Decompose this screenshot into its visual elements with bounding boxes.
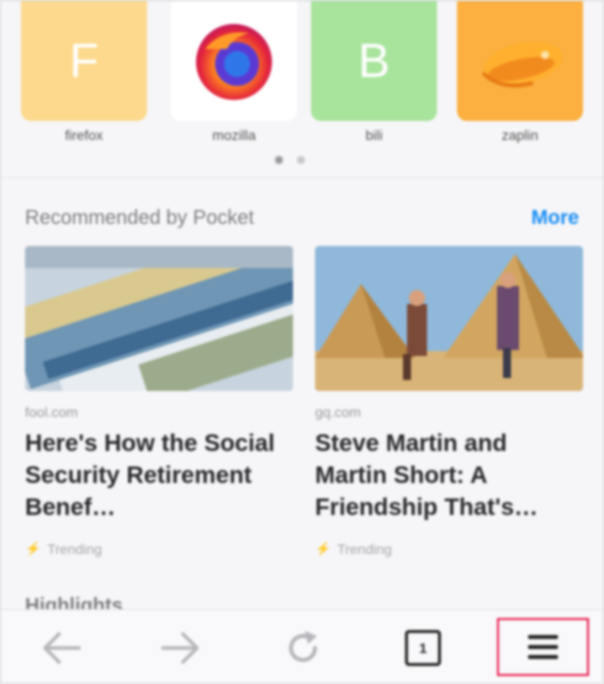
pocket-story-card[interactable]: fool.com Here's How the Social Security … bbox=[25, 246, 293, 576]
top-site-tile-zaplin[interactable]: zaplin bbox=[457, 1, 583, 151]
story-source: fool.com bbox=[25, 404, 78, 420]
story-tag: ⚡ Trending bbox=[25, 541, 102, 557]
trending-icon: ⚡ bbox=[25, 541, 42, 556]
firefox-logo-icon bbox=[196, 24, 272, 100]
letter-f-icon: F bbox=[69, 34, 99, 88]
top-site-tile-bili[interactable]: B bili bbox=[311, 1, 437, 151]
pocket-section-title: Recommended by Pocket bbox=[25, 207, 255, 229]
tabs-count-badge: 1 bbox=[405, 630, 441, 666]
story-tag-label: Trending bbox=[337, 541, 392, 557]
story-tag: ⚡ Trending bbox=[315, 541, 392, 557]
pagination-dot-active[interactable] bbox=[275, 156, 283, 164]
story-source: gq.com bbox=[315, 404, 361, 420]
top-sites-grid: F firefox mozilla B bili zaplin bbox=[1, 1, 603, 176]
arrow-right-icon bbox=[161, 632, 199, 664]
story-title: Here's How the Social Security Retiremen… bbox=[25, 430, 275, 521]
arrow-left-icon bbox=[43, 632, 81, 664]
home-screen: F firefox mozilla B bili zaplin Recommen… bbox=[0, 0, 604, 684]
story-tag-label: Trending bbox=[47, 541, 102, 557]
menu-button[interactable] bbox=[497, 618, 589, 676]
back-button[interactable] bbox=[11, 610, 111, 683]
story-title: Steve Martin and Martin Short: A Friends… bbox=[315, 430, 539, 521]
pocket-more-link[interactable]: More bbox=[531, 207, 579, 230]
hamburger-menu-icon bbox=[528, 635, 558, 659]
letter-b-icon: B bbox=[357, 34, 390, 88]
section-divider bbox=[1, 177, 603, 178]
top-site-label: zaplin bbox=[501, 127, 539, 143]
top-site-label: bili bbox=[365, 127, 383, 143]
top-site-tile-mozilla[interactable]: mozilla bbox=[171, 1, 297, 151]
pagination-dot[interactable] bbox=[297, 156, 305, 164]
top-sites-pagination[interactable] bbox=[275, 156, 315, 166]
social-security-cards-image bbox=[25, 246, 293, 391]
bottom-toolbar: 1 bbox=[1, 609, 603, 683]
tabs-button[interactable]: 1 bbox=[373, 610, 473, 683]
trending-icon: ⚡ bbox=[315, 541, 332, 556]
forward-button[interactable] bbox=[131, 610, 231, 683]
reload-icon bbox=[289, 631, 317, 662]
pocket-story-card[interactable]: gq.com Steve Martin and Martin Short: A … bbox=[315, 246, 583, 576]
top-site-label: firefox bbox=[64, 127, 104, 143]
pyramids-photo-image bbox=[315, 246, 583, 391]
reload-button[interactable] bbox=[253, 610, 353, 683]
top-site-tile-firefox[interactable]: F firefox bbox=[21, 1, 147, 151]
top-site-label: mozilla bbox=[212, 127, 256, 143]
zeplin-logo-icon bbox=[481, 41, 563, 88]
